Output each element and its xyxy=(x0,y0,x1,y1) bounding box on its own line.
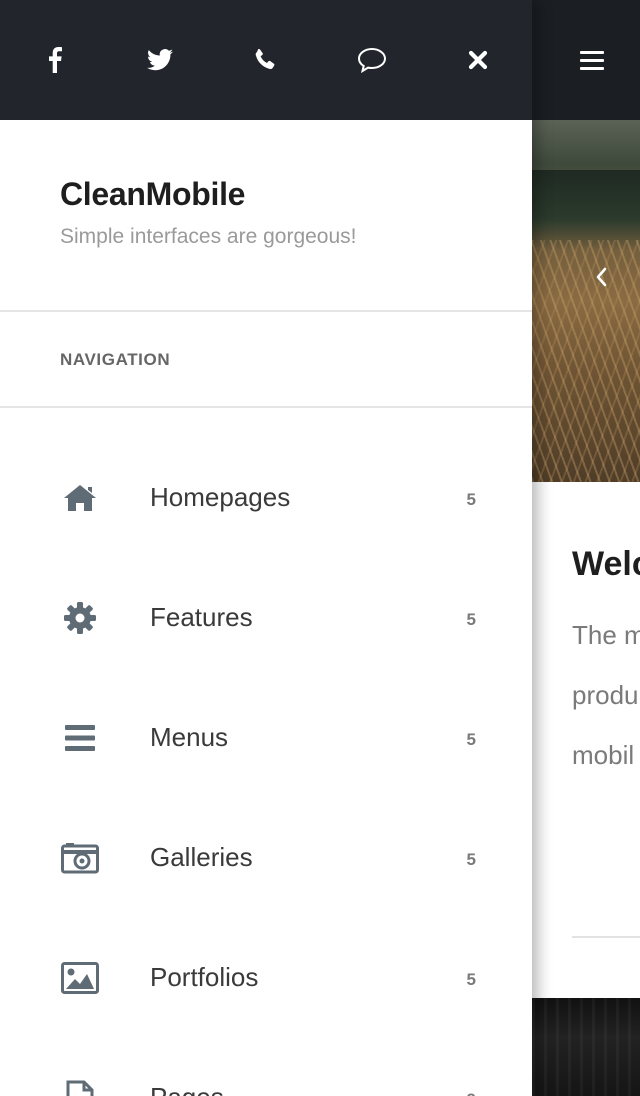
nav-item-label: Homepages xyxy=(150,482,291,512)
count-badge: 5 xyxy=(466,490,476,509)
nav-item-homepages[interactable]: Homepages 5 xyxy=(0,448,532,548)
navigation-heading: NAVIGATION xyxy=(0,312,532,408)
nav-item-label: Portfolios xyxy=(150,962,259,992)
page-text-line: mobil xyxy=(572,740,635,770)
nav-item-label: Galleries xyxy=(150,842,253,872)
chat-icon[interactable] xyxy=(352,40,392,80)
camera-icon xyxy=(60,840,100,876)
navigation-heading-label: NAVIGATION xyxy=(60,350,171,369)
nav-item-features[interactable]: Features 5 xyxy=(0,568,532,668)
nav-item-label: Pages xyxy=(150,1082,224,1096)
hamburger-menu-icon[interactable] xyxy=(580,51,604,71)
close-icon[interactable] xyxy=(458,40,498,80)
page-header xyxy=(532,0,640,120)
site-tagline: Simple interfaces are gorgeous! xyxy=(60,225,357,248)
nav-item-label: Features xyxy=(150,602,253,632)
phone-icon[interactable] xyxy=(245,40,285,80)
nav-item-pages[interactable]: Pages 9 xyxy=(0,1048,532,1096)
sidebar-menu: CleanMobile Simple interfaces are gorgeo… xyxy=(0,0,532,1096)
site-title[interactable]: CleanMobile xyxy=(60,176,245,213)
gear-icon xyxy=(60,600,100,636)
nav-item-label: Menus xyxy=(150,722,229,752)
hero-slider-image xyxy=(532,120,640,482)
nav-item-menus[interactable]: Menus 5 xyxy=(0,688,532,788)
nav-item-portfolios[interactable]: Portfolios 5 xyxy=(0,928,532,1028)
page-heading: Welc xyxy=(572,545,640,583)
page-text-line: produ xyxy=(572,680,639,710)
twitter-icon[interactable] xyxy=(140,40,180,80)
count-badge: 9 xyxy=(460,1090,476,1096)
count-badge: 5 xyxy=(466,610,476,629)
chevron-left-icon[interactable] xyxy=(592,265,612,289)
main-page: Welc The m produ mobil xyxy=(532,0,640,1096)
facebook-icon[interactable] xyxy=(35,40,75,80)
count-badge: 5 xyxy=(466,730,476,749)
secondary-image xyxy=(532,998,640,1096)
page-text-line: The m xyxy=(572,620,640,650)
count-badge: 5 xyxy=(466,970,476,989)
image-icon xyxy=(60,960,100,996)
menu-lines-icon xyxy=(60,720,100,756)
brand-header: CleanMobile Simple interfaces are gorgeo… xyxy=(0,120,532,312)
file-icon xyxy=(60,1080,100,1096)
home-icon xyxy=(60,480,100,516)
count-badge: 5 xyxy=(466,850,476,869)
divider xyxy=(572,936,640,938)
social-bar xyxy=(0,0,532,120)
nav-item-galleries[interactable]: Galleries 5 xyxy=(0,808,532,908)
